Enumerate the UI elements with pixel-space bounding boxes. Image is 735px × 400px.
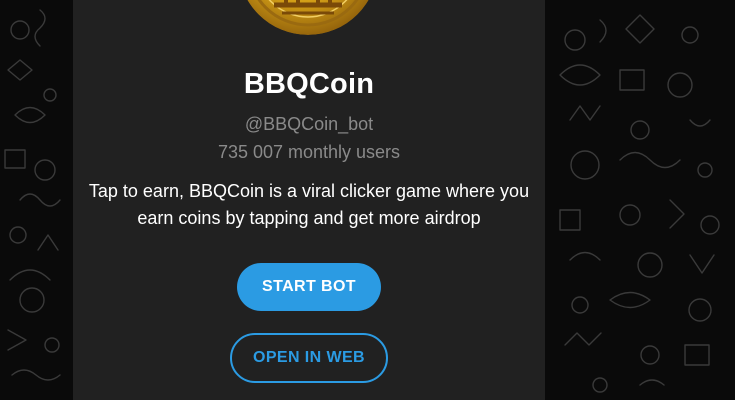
monthly-users-count: 735 007 monthly users [217,142,401,162]
bot-info-card: BBQCoin @BBQCoin_bot 735 007 monthly use… [73,0,545,400]
bot-username[interactable]: @BBQCoin_bot [73,114,545,135]
bot-description: Tap to earn, BBQCoin is a viral clicker … [88,181,530,228]
bot-avatar [238,0,378,35]
start-bot-button[interactable]: START BOT [237,263,381,311]
gold-coin-icon [247,0,369,35]
bot-name: BBQCoin [243,68,375,100]
open-in-web-button[interactable]: OPEN IN WEB [230,333,388,383]
